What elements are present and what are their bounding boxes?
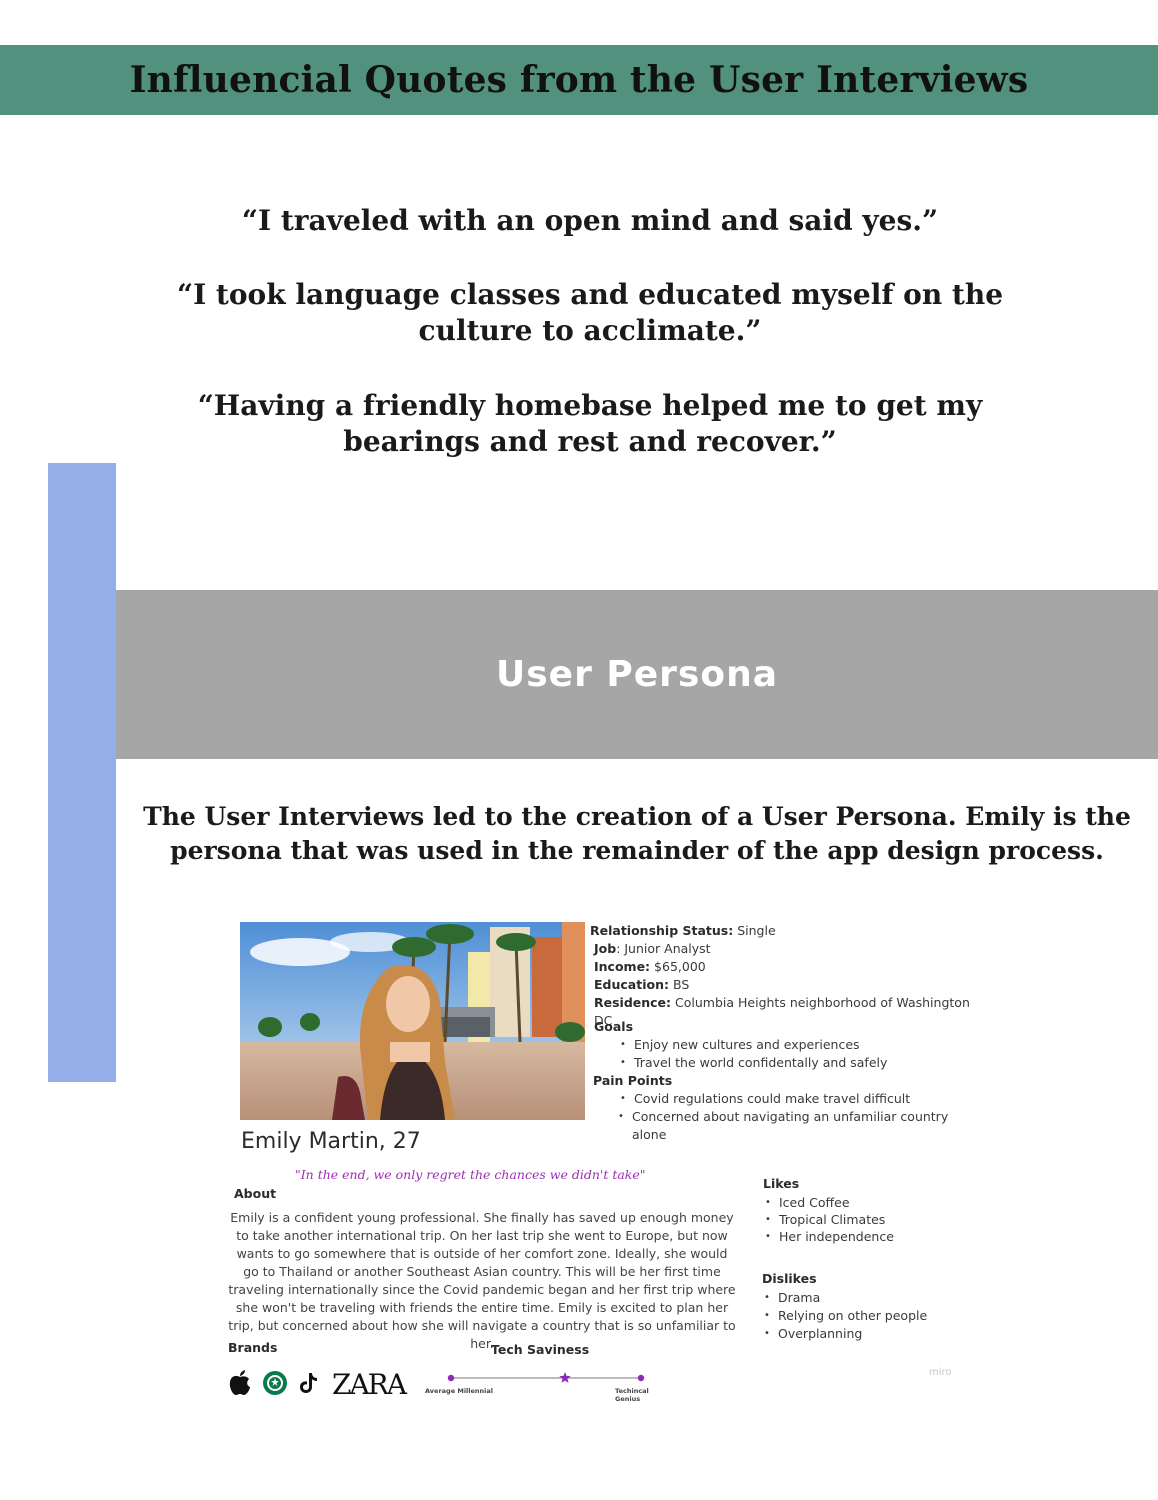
likes-list: Iced Coffee Tropical Climates Her indepe… bbox=[763, 1194, 894, 1245]
tech-saviness-scale: Average Millennial Techincal Genius bbox=[423, 1370, 673, 1403]
about-text: Emily is a confident young professional.… bbox=[228, 1210, 736, 1351]
dislike-item: Overplanning bbox=[762, 1325, 927, 1343]
dislikes-title: Dislikes bbox=[762, 1271, 817, 1286]
brands-title: Brands bbox=[228, 1340, 278, 1355]
persona-motto: "In the end, we only regret the chances … bbox=[295, 1167, 646, 1182]
fact-income: Income: $65,000 bbox=[594, 959, 706, 974]
persona-name: Emily Martin, 27 bbox=[241, 1129, 421, 1154]
pain-point-item: Covid regulations could make travel diff… bbox=[618, 1090, 985, 1108]
dislikes-section: Dislikes Drama Relying on other people O… bbox=[762, 1270, 927, 1343]
dislike-item: Relying on other people bbox=[762, 1307, 927, 1325]
fact-job: Job: Junior Analyst bbox=[594, 941, 711, 956]
dislikes-list: Drama Relying on other people Overplanni… bbox=[762, 1289, 927, 1343]
accent-sidebar bbox=[48, 463, 116, 1082]
quote-3: “Having a friendly homebase helped me to… bbox=[197, 389, 983, 458]
goal-item: Travel the world confidentally and safel… bbox=[618, 1054, 985, 1072]
pain-points-list: Covid regulations could make travel diff… bbox=[618, 1090, 985, 1144]
tiktok-icon bbox=[298, 1371, 318, 1399]
fact-relationship: Relationship Status: Single bbox=[590, 923, 776, 938]
persona-card: Relationship Status: Single Job: Junior … bbox=[225, 918, 985, 1408]
tech-scale-low-dot bbox=[447, 1374, 455, 1382]
quote-2: “I took language classes and educated my… bbox=[176, 278, 1004, 347]
persona-intro: The User Interviews led to the creation … bbox=[143, 802, 1131, 865]
tech-low-label: Average Millennial bbox=[425, 1387, 494, 1395]
likes-section: Likes Iced Coffee Tropical Climates Her … bbox=[763, 1175, 894, 1245]
tech-high-label: Techincal Genius bbox=[615, 1387, 649, 1403]
persona-section-title: User Persona bbox=[496, 654, 778, 695]
miro-watermark: miro bbox=[929, 1367, 952, 1378]
pain-points-title: Pain Points bbox=[593, 1073, 673, 1088]
page-title: Influencial Quotes from the User Intervi… bbox=[129, 59, 1029, 101]
likes-title: Likes bbox=[763, 1176, 800, 1191]
goals-title: Goals bbox=[594, 1019, 634, 1034]
tech-scale-high-dot bbox=[637, 1374, 645, 1382]
pain-point-item: Concerned about navigating an unfamiliar… bbox=[616, 1108, 985, 1144]
brand-logos: ZARA bbox=[228, 1368, 407, 1401]
persona-banner: User Persona bbox=[116, 590, 1158, 759]
persona-facts: Relationship Status: Single Job: Junior … bbox=[590, 922, 985, 1030]
like-item: Iced Coffee bbox=[763, 1194, 894, 1211]
apple-icon bbox=[228, 1369, 252, 1400]
like-item: Her independence bbox=[763, 1228, 894, 1245]
tech-level-star bbox=[559, 1372, 571, 1383]
quote-1: “I traveled with an open mind and said y… bbox=[241, 204, 939, 237]
goals-pain-points: Goals Enjoy new cultures and experiences… bbox=[593, 1018, 985, 1144]
dislike-item: Drama bbox=[762, 1289, 927, 1307]
persona-photo bbox=[240, 922, 585, 1120]
fact-education: Education: BS bbox=[594, 977, 690, 992]
header-banner: Influencial Quotes from the User Intervi… bbox=[0, 45, 1158, 115]
about-title: About bbox=[234, 1186, 277, 1201]
goals-list: Enjoy new cultures and experiences Trave… bbox=[618, 1036, 985, 1072]
like-item: Tropical Climates bbox=[763, 1211, 894, 1228]
starbucks-icon bbox=[262, 1370, 288, 1400]
tech-saviness-title: Tech Saviness bbox=[491, 1342, 590, 1357]
zara-logo: ZARA bbox=[332, 1368, 407, 1401]
goal-item: Enjoy new cultures and experiences bbox=[618, 1036, 985, 1054]
